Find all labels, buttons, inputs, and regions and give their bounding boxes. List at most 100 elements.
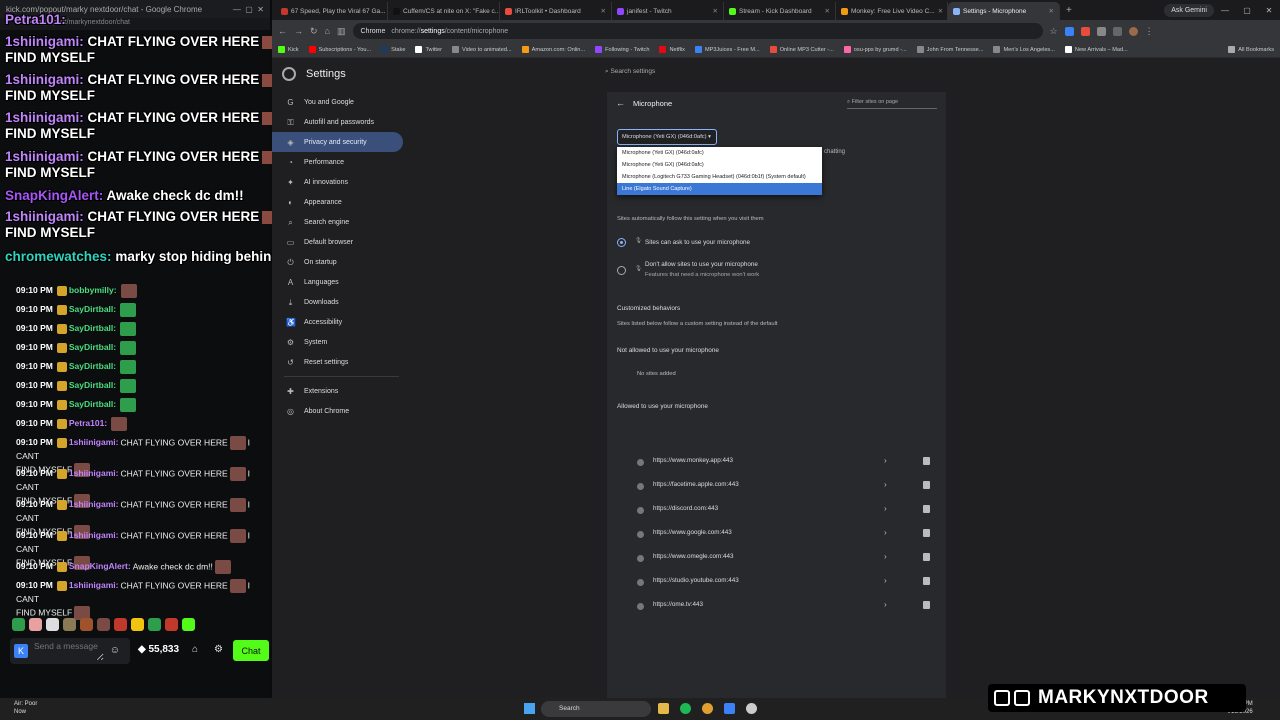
- close-tab-icon[interactable]: ✕: [935, 7, 943, 15]
- nav-item[interactable]: ◔ Performance: [272, 152, 403, 172]
- emote-icon[interactable]: [131, 618, 144, 631]
- bookmark-item[interactable]: New Arrivals – Mad...: [1064, 46, 1128, 53]
- microphone-option[interactable]: Microphone (Yeti GX) (046d:0afc): [617, 159, 822, 171]
- nav-item[interactable]: ↺ Reset settings: [272, 352, 403, 372]
- weather-widget[interactable]: Air: Poor Now: [14, 700, 37, 716]
- maximize-icon[interactable]: ▢: [1236, 6, 1258, 15]
- nav-item[interactable]: ◈ Privacy and security: [272, 132, 403, 152]
- nav-item[interactable]: ♿ Accessibility: [272, 312, 403, 332]
- bookmark-item[interactable]: Following - Twitch: [595, 46, 649, 53]
- microphone-select[interactable]: Microphone (Yeti GX) (046d:0afc) ▾: [617, 129, 717, 145]
- close-tab-icon[interactable]: ✕: [710, 7, 718, 15]
- bookmark-item[interactable]: John From Tennesse...: [916, 46, 983, 53]
- emote-icon[interactable]: [182, 618, 195, 631]
- bookmark-item[interactable]: Twitter: [415, 46, 442, 53]
- extension-icon[interactable]: [1096, 26, 1106, 36]
- bookmark-item[interactable]: Video to animated...: [451, 46, 512, 53]
- extension-icon[interactable]: [1080, 26, 1090, 36]
- back-arrow-icon[interactable]: ←: [616, 98, 625, 108]
- profile-avatar[interactable]: [1128, 26, 1138, 36]
- chat-username[interactable]: Petra101:: [69, 418, 107, 428]
- emote-icon[interactable]: [12, 618, 25, 631]
- menu-icon[interactable]: ⋮: [1145, 26, 1154, 37]
- trash-icon[interactable]: [923, 481, 930, 489]
- trash-icon[interactable]: [923, 529, 930, 537]
- bookmark-item[interactable]: Kick: [278, 46, 299, 53]
- trash-icon[interactable]: [923, 553, 930, 561]
- taskbar-search[interactable]: Search: [541, 701, 651, 717]
- emoji-icon[interactable]: ☺: [110, 645, 120, 656]
- back-icon[interactable]: ←: [278, 26, 287, 36]
- nav-item[interactable]: ◎ About Chrome: [272, 401, 403, 421]
- microphone-option[interactable]: Microphone (Logitech G733 Gaming Headset…: [617, 171, 822, 183]
- trash-icon[interactable]: [923, 601, 930, 609]
- chat-username[interactable]: bobbymilly:: [69, 285, 117, 295]
- allow-radio[interactable]: [617, 238, 626, 247]
- bookmark-item[interactable]: All Bookmarks: [1228, 46, 1280, 53]
- chevron-right-icon[interactable]: ›: [884, 600, 887, 609]
- bookmark-item[interactable]: Stake: [381, 46, 405, 53]
- tab[interactable]: Cuffem/CS at nite on X: "Fake c...✕: [388, 2, 500, 20]
- reload-icon[interactable]: ↻: [310, 26, 318, 37]
- nav-item[interactable]: ⚙ System: [272, 332, 403, 352]
- chat-username[interactable]: SnapKingAlert:: [69, 561, 131, 571]
- windows-start-icon[interactable]: [524, 703, 535, 714]
- minimize-icon[interactable]: —: [233, 5, 241, 14]
- tab[interactable]: Settings - Microphone ✕: [948, 2, 1060, 20]
- site-row[interactable]: https://ome.tv:443 ›: [617, 599, 937, 615]
- chrome-icon[interactable]: [702, 703, 713, 714]
- trash-icon[interactable]: [923, 577, 930, 585]
- shop-icon[interactable]: ⌂: [192, 644, 198, 655]
- tab[interactable]: Stream - Kick Dashboard ✕: [724, 2, 836, 20]
- chat-username[interactable]: SayDirtball:: [69, 399, 116, 409]
- chat-send-button[interactable]: Chat: [233, 640, 269, 661]
- new-tab-icon[interactable]: +: [1066, 5, 1072, 16]
- bookmark-item[interactable]: osu-pps by grumd -...: [843, 46, 907, 53]
- emote-icon[interactable]: [165, 618, 178, 631]
- nav-item[interactable]: A Languages: [272, 272, 403, 292]
- emote-icon[interactable]: [46, 618, 59, 631]
- gear-icon[interactable]: ⚙: [214, 644, 223, 655]
- emote-icon[interactable]: [29, 618, 42, 631]
- split-view-icon[interactable]: ▥: [337, 26, 346, 37]
- site-row[interactable]: https://discord.com:443 ›: [617, 503, 937, 519]
- chevron-right-icon[interactable]: ›: [884, 552, 887, 561]
- filter-sites-input[interactable]: ⌕ Filter sites on page: [847, 99, 937, 109]
- app-icon[interactable]: [724, 703, 735, 714]
- close-tab-icon[interactable]: ✕: [822, 7, 830, 15]
- tab[interactable]: janifest - Twitch ✕: [612, 2, 724, 20]
- nav-item[interactable]: ⚿ Autofill and passwords: [272, 112, 403, 132]
- chat-username[interactable]: SayDirtball:: [69, 361, 116, 371]
- bookmark-item[interactable]: Netflix: [659, 46, 685, 53]
- microphone-dropdown[interactable]: Microphone (Yeti GX) (046d:0afc) Micropho…: [617, 147, 822, 195]
- nav-item[interactable]: ▭ Default browser: [272, 232, 403, 252]
- emote-icon[interactable]: [80, 618, 93, 631]
- chat-username[interactable]: 1shiinigami:: [69, 437, 119, 447]
- chevron-right-icon[interactable]: ›: [884, 456, 887, 465]
- chevron-right-icon[interactable]: ›: [884, 528, 887, 537]
- nav-item[interactable]: ✚ Extensions: [272, 381, 403, 401]
- emote-icon[interactable]: [114, 618, 127, 631]
- chat-username[interactable]: SayDirtball:: [69, 342, 116, 352]
- chat-username[interactable]: SayDirtball:: [69, 304, 116, 314]
- bookmark-item[interactable]: MP3Juices - Free M...: [694, 46, 760, 53]
- microphone-option[interactable]: Line (Elgato Sound Capture): [617, 183, 822, 195]
- obs-icon[interactable]: [746, 703, 757, 714]
- nav-item[interactable]: ◐ Appearance: [272, 192, 403, 212]
- nav-item[interactable]: ⌕ Search engine: [272, 212, 403, 232]
- tab[interactable]: 67 Speed, Play the Viral 67 Ga...✕: [276, 2, 388, 20]
- nav-item[interactable]: G You and Google: [272, 92, 403, 112]
- chat-username[interactable]: SayDirtball:: [69, 380, 116, 390]
- chevron-right-icon[interactable]: ›: [884, 504, 887, 513]
- site-row[interactable]: https://www.omegle.com:443 ›: [617, 551, 937, 567]
- tab[interactable]: IRLToolkit • Dashboard ✕: [500, 2, 612, 20]
- bookmark-item[interactable]: Men's Los Angeles...: [993, 46, 1055, 53]
- file-explorer-icon[interactable]: [658, 703, 669, 714]
- chat-emote-bar[interactable]: [12, 618, 195, 631]
- chevron-right-icon[interactable]: ›: [884, 480, 887, 489]
- minimize-icon[interactable]: —: [1214, 6, 1236, 15]
- trash-icon[interactable]: [923, 457, 930, 465]
- forward-icon[interactable]: →: [294, 26, 303, 36]
- emote-icon[interactable]: [97, 618, 110, 631]
- bookmark-item[interactable]: Online MP3 Cutter -...: [769, 46, 834, 53]
